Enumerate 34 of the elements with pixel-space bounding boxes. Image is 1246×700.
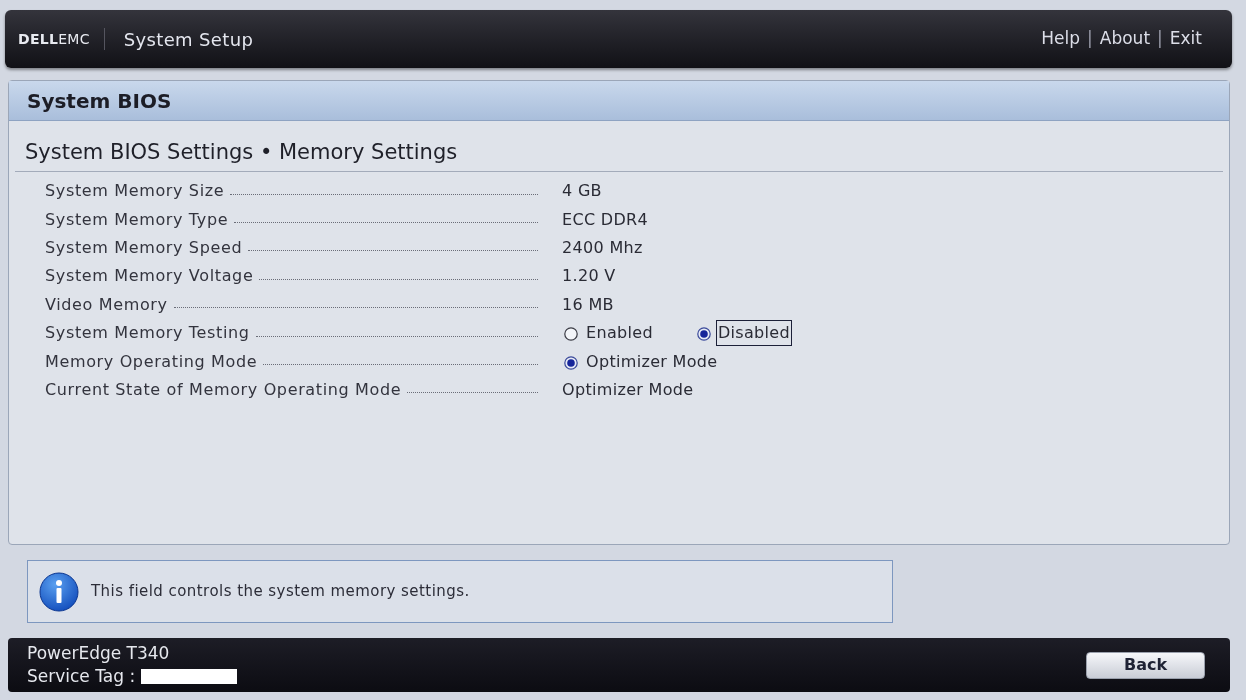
- setting-label[interactable]: Video Memory: [45, 292, 168, 317]
- nav-link[interactable]: About: [1099, 26, 1151, 52]
- radio-label[interactable]: Optimizer Mode: [584, 348, 720, 375]
- radio-label[interactable]: Enabled: [584, 320, 655, 347]
- setting-label[interactable]: System Memory Speed: [45, 235, 243, 260]
- radio-label[interactable]: Disabled: [715, 320, 792, 347]
- setting-label[interactable]: System Memory Testing: [45, 321, 250, 346]
- back-button[interactable]: Back: [1086, 651, 1205, 679]
- radio-button[interactable]: [696, 327, 711, 342]
- model-name: PowerEdge T340: [27, 642, 171, 665]
- nav-link[interactable]: Help: [1041, 26, 1081, 52]
- setting-label[interactable]: System Memory Size: [45, 179, 225, 204]
- help-text: This field controls the system memory settings.: [91, 581, 470, 603]
- nav-separator: |: [1157, 27, 1163, 51]
- header-title: System Setup: [123, 27, 254, 52]
- setting-value: 2400 Mhz: [562, 236, 643, 259]
- setting-label[interactable]: Memory Operating Mode: [45, 349, 258, 374]
- setting-value: 16 MB: [562, 293, 614, 316]
- brand-logo: DELLEMC: [18, 29, 90, 49]
- radio-button[interactable]: [564, 355, 578, 370]
- info-icon: [39, 571, 79, 612]
- page-subtitle: System BIOS Settings • Memory Settings: [25, 140, 458, 164]
- setting-value: 4 GB: [562, 180, 602, 203]
- service-tag-label: Service Tag :: [27, 665, 136, 688]
- setting-label[interactable]: System Memory Voltage: [45, 264, 254, 289]
- nav-separator: |: [1087, 27, 1093, 51]
- setting-value: ECC DDR4: [562, 208, 649, 231]
- setting-label[interactable]: Current State of Memory Operating Mode: [45, 377, 402, 402]
- setting-value: Optimizer Mode: [562, 378, 694, 401]
- setting-label[interactable]: System Memory Type: [45, 207, 229, 232]
- radio-button[interactable]: [564, 327, 578, 342]
- nav-link[interactable]: Exit: [1169, 26, 1202, 52]
- setting-value: 1.20 V: [562, 265, 616, 288]
- panel-title: System BIOS: [27, 87, 172, 115]
